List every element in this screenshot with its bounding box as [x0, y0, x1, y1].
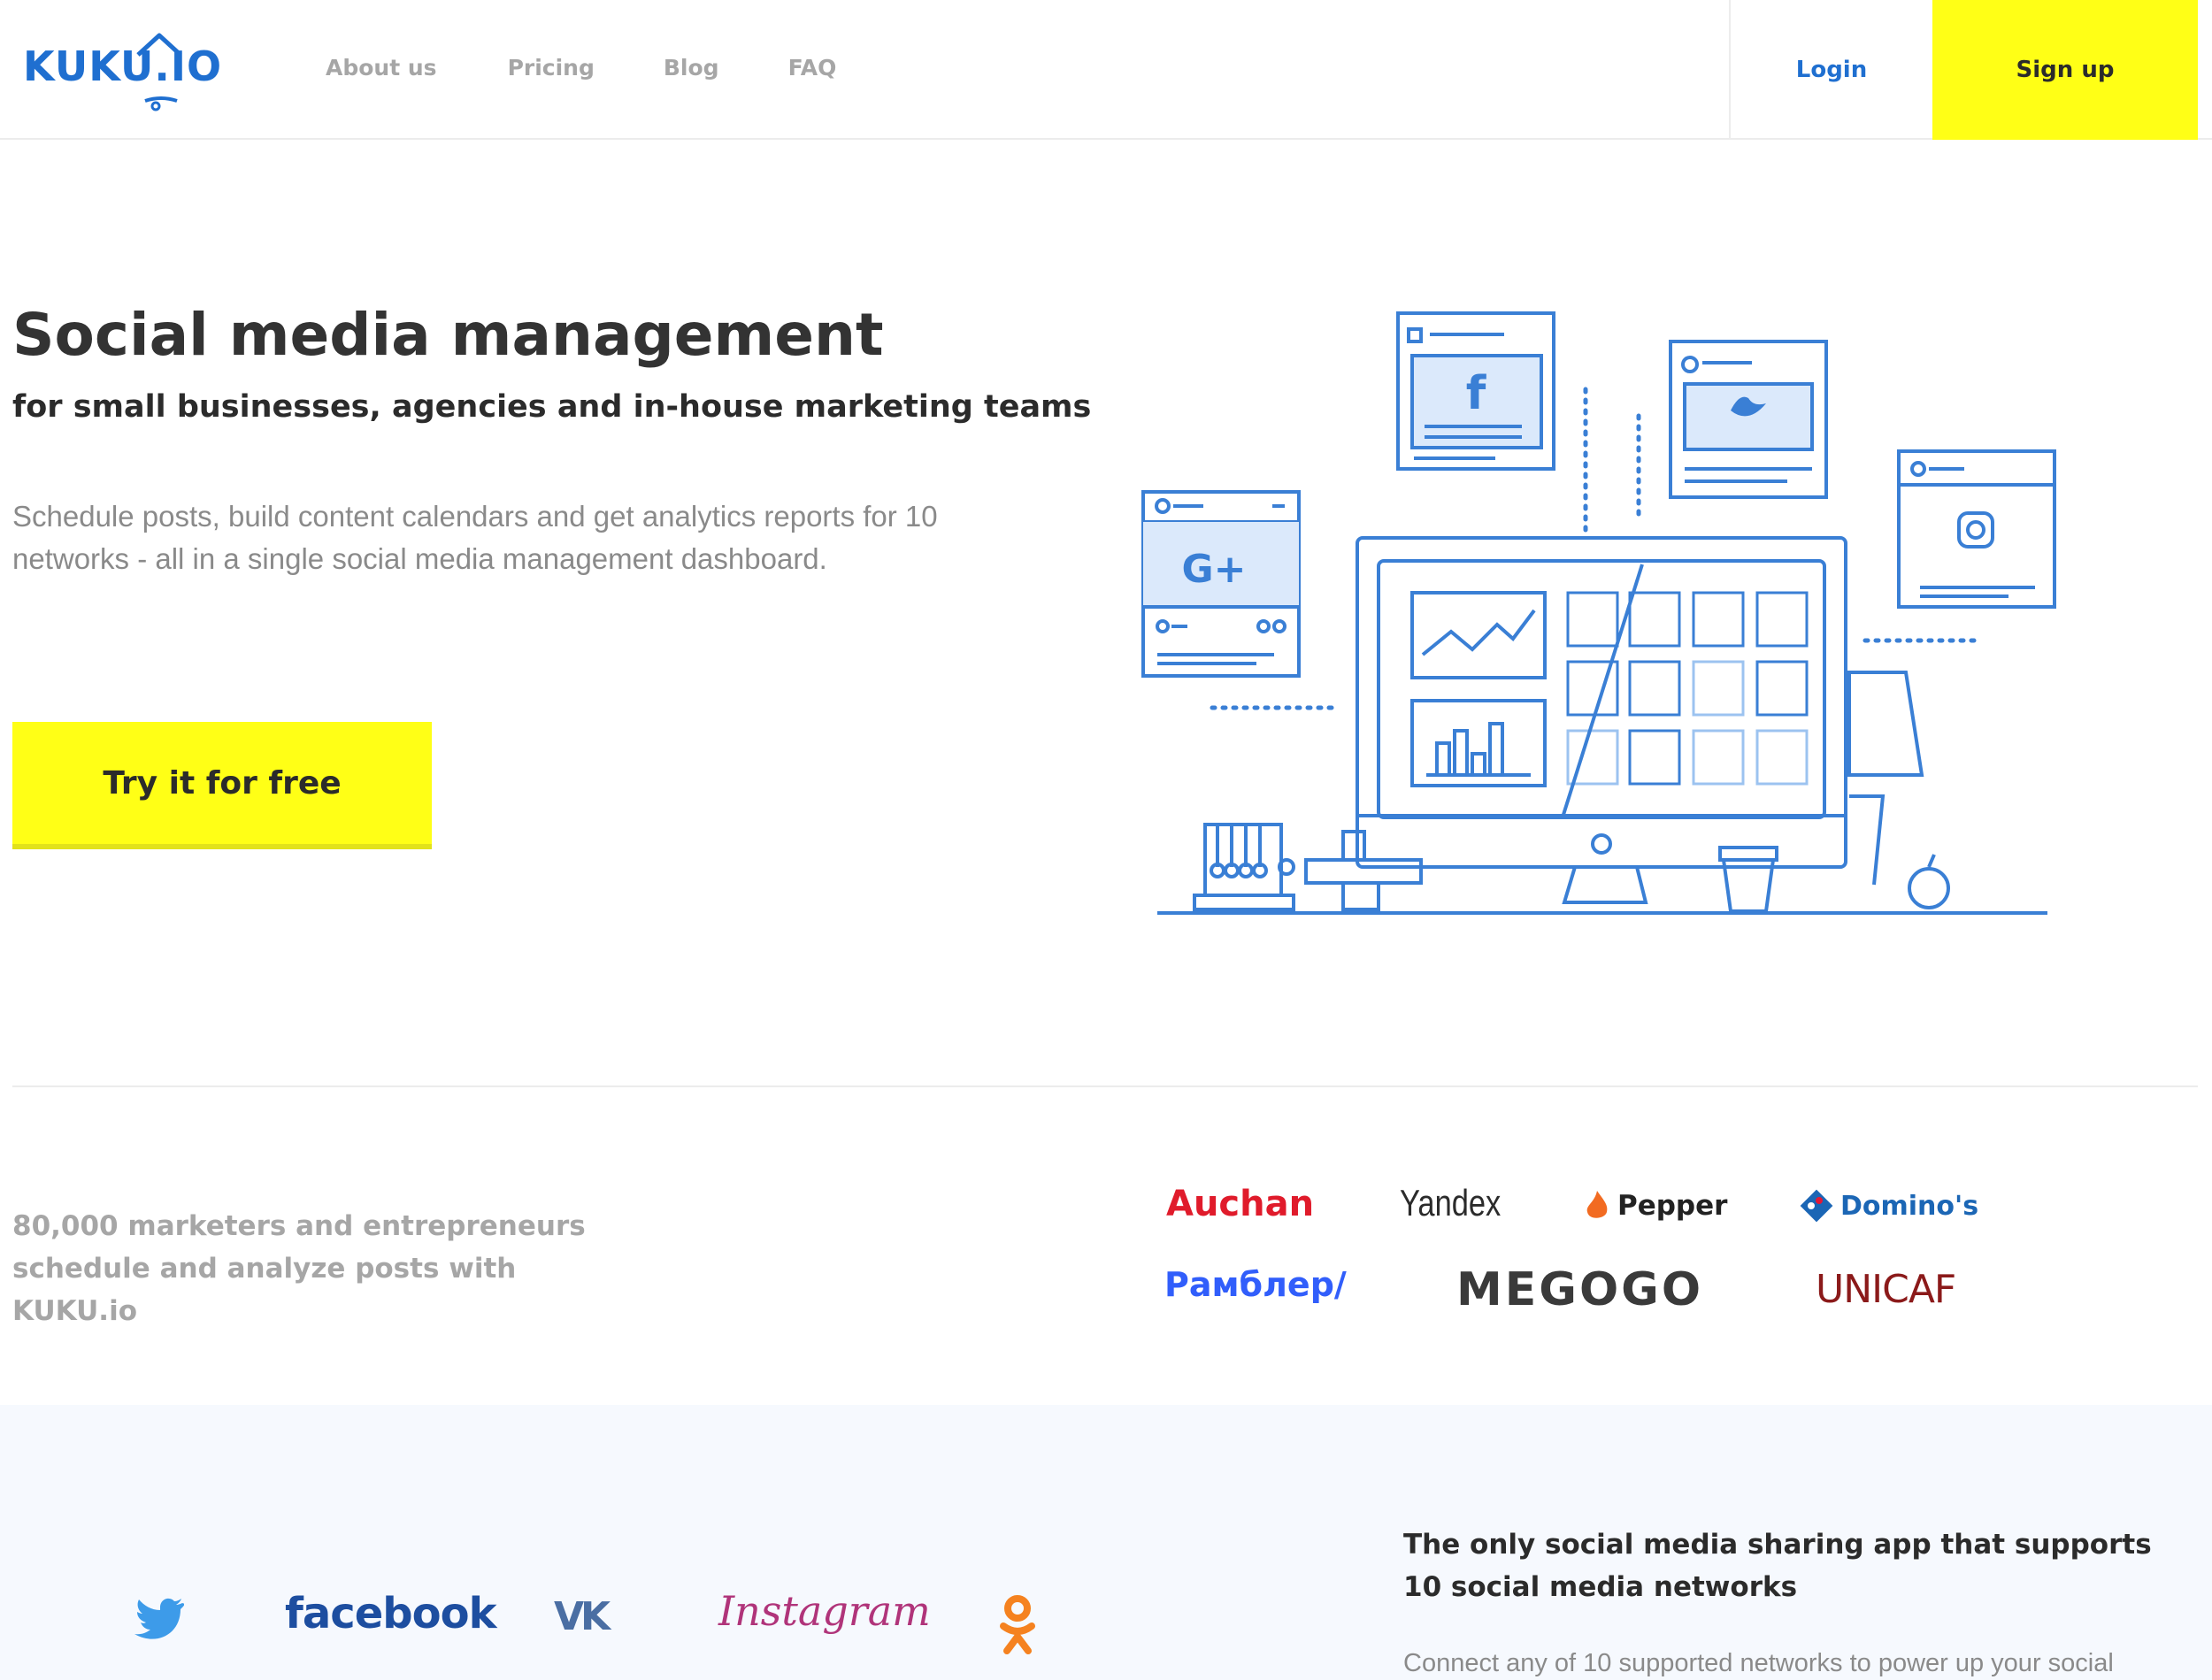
googleplus-card-icon: G+ [1141, 490, 1301, 678]
odnoklassniki-icon [1000, 1595, 1035, 1654]
dominos-logo: Domino's [1800, 1189, 1978, 1223]
facebook-card-letter: f [1466, 367, 1487, 420]
unicaf-logo: UNICAF [1816, 1267, 1956, 1312]
nav-pricing[interactable]: Pricing [508, 55, 595, 81]
auchan-logo: Auchan [1166, 1184, 1315, 1224]
googleplus-card-label: G+ [1182, 547, 1247, 592]
kuku-logo[interactable]: KUKU.IO [23, 32, 221, 111]
megogo-logo: MEGOGO [1456, 1263, 1704, 1316]
nav-about-us[interactable]: About us [326, 55, 437, 81]
networks-description: Connect any of 10 supported networks to … [1403, 1649, 2114, 1677]
networks-title: The only social media sharing app that s… [1403, 1529, 2152, 1603]
twitter-icon [134, 1598, 184, 1639]
section-divider [12, 1085, 2198, 1087]
dashboard-illustration: f G+ [1141, 311, 2056, 915]
pepper-logo: Pepper [1584, 1189, 1727, 1223]
main-nav: About us Pricing Blog FAQ [326, 55, 905, 81]
dominos-logo-text: Domino's [1840, 1190, 1979, 1222]
dominos-tile-icon [1800, 1189, 1833, 1223]
site-header: KUKU.IO About us Pricing Blog FAQ Login … [0, 0, 2212, 140]
logo-text: KUKU.IO [23, 42, 223, 90]
instagram-card-icon [1897, 449, 2056, 609]
logo-house-icon [136, 33, 182, 111]
signup-button[interactable]: Sign up [1932, 0, 2198, 140]
nav-faq[interactable]: FAQ [788, 55, 837, 81]
clients-tagline: 80,000 marketers and entrepreneurs sched… [12, 1210, 586, 1327]
rambler-logo: Рамблер/ [1164, 1265, 1347, 1304]
pepper-flame-icon [1586, 1191, 1608, 1218]
instagram-logo: Instagram [718, 1587, 931, 1635]
login-button[interactable]: Login [1731, 0, 1932, 140]
hero-title: Social media management [12, 301, 884, 369]
hero-subtitle: for small businesses, agencies and in-ho… [12, 389, 1092, 425]
facebook-card-icon: f [1396, 311, 1555, 471]
nav-blog[interactable]: Blog [664, 55, 719, 81]
twitter-card-icon [1669, 340, 1828, 499]
try-free-button[interactable]: Try it for free [12, 722, 432, 849]
hero-description: Schedule posts, build content calendars … [12, 500, 938, 575]
pepper-logo-text: Pepper [1617, 1190, 1728, 1222]
yandex-logo: Yandex [1400, 1182, 1502, 1224]
vk-icon: VK [554, 1594, 611, 1639]
facebook-logo: facebook [285, 1589, 497, 1638]
